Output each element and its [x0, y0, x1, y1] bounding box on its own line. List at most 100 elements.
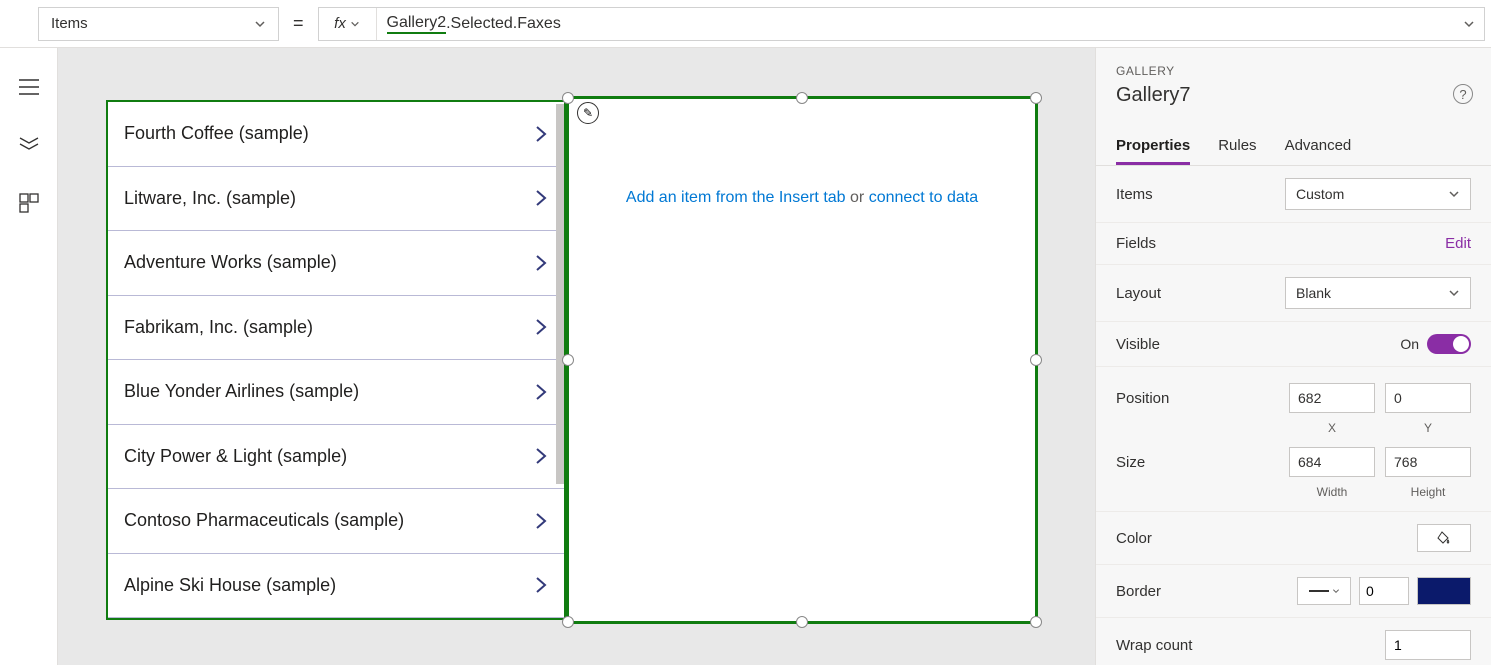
x-label: X [1289, 421, 1375, 435]
border-style-dropdown[interactable] [1297, 577, 1351, 605]
row-layout: Layout Blank [1096, 265, 1491, 322]
row-size: Size [1096, 445, 1491, 481]
property-panel: GALLERY Gallery7 ? Properties Rules Adva… [1095, 48, 1491, 665]
fields-label: Fields [1116, 235, 1156, 252]
chevron-down-icon [1332, 587, 1340, 595]
list-item-label: Contoso Pharmaceuticals (sample) [124, 510, 404, 531]
items-dropdown[interactable]: Custom [1285, 178, 1471, 210]
placeholder-or: or [846, 189, 869, 206]
list-item-label: Fabrikam, Inc. (sample) [124, 317, 313, 338]
chevron-down-icon [1448, 287, 1460, 299]
hamburger-icon[interactable] [18, 76, 40, 98]
fields-edit-link[interactable]: Edit [1445, 235, 1471, 252]
fill-icon [1436, 530, 1452, 546]
border-color-swatch[interactable] [1417, 577, 1471, 605]
gallery-left[interactable]: Fourth Coffee (sample) Litware, Inc. (sam… [106, 100, 566, 620]
chevron-right-icon [534, 317, 548, 337]
size-w-input[interactable] [1289, 447, 1375, 477]
resize-handle[interactable] [796, 616, 808, 628]
list-item-label: City Power & Light (sample) [124, 446, 347, 467]
help-icon[interactable]: ? [1453, 84, 1473, 104]
panel-tabs: Properties Rules Advanced [1096, 129, 1491, 166]
resize-handle[interactable] [1030, 354, 1042, 366]
fx-button[interactable]: fx [319, 8, 377, 40]
chevron-down-icon [1448, 188, 1460, 200]
chevron-down-icon [350, 19, 360, 29]
chevron-right-icon [534, 511, 548, 531]
chevron-right-icon [534, 124, 548, 144]
list-item[interactable]: Fourth Coffee (sample) [108, 102, 564, 167]
items-label: Items [1116, 186, 1153, 203]
visible-toggle[interactable] [1427, 334, 1471, 354]
position-x-input[interactable] [1289, 383, 1375, 413]
layout-label: Layout [1116, 285, 1161, 302]
chevron-right-icon [534, 253, 548, 273]
list-item[interactable]: Contoso Pharmaceuticals (sample) [108, 489, 564, 554]
position-label: Position [1116, 390, 1169, 407]
chevron-right-icon [534, 188, 548, 208]
list-item-label: Fourth Coffee (sample) [124, 123, 309, 144]
list-item[interactable]: Fabrikam, Inc. (sample) [108, 296, 564, 361]
row-wrap: Wrap count [1096, 618, 1491, 665]
gallery-placeholder: Add an item from the Insert tab or conne… [569, 189, 1035, 207]
chevron-right-icon [534, 575, 548, 595]
row-position: Position [1096, 367, 1491, 417]
tree-view-icon[interactable] [18, 134, 40, 156]
property-label: Items [51, 15, 88, 32]
equals-sign: = [287, 13, 310, 34]
connect-data-link[interactable]: connect to data [869, 189, 978, 206]
tab-properties[interactable]: Properties [1116, 129, 1190, 165]
gallery-selected[interactable]: ✎ Add an item from the Insert tab or con… [566, 96, 1038, 624]
components-icon[interactable] [18, 192, 40, 214]
w-label: Width [1289, 485, 1375, 499]
formula-box: fx Gallery2.Selected.Faxes [318, 7, 1485, 41]
visible-value: On [1400, 336, 1419, 352]
resize-handle[interactable] [562, 354, 574, 366]
resize-handle[interactable] [796, 92, 808, 104]
resize-handle[interactable] [1030, 616, 1042, 628]
list-item-label: Alpine Ski House (sample) [124, 575, 336, 596]
resize-handle[interactable] [562, 616, 574, 628]
color-swatch[interactable] [1417, 524, 1471, 552]
pencil-icon[interactable]: ✎ [577, 102, 599, 124]
border-width-input[interactable] [1359, 577, 1409, 605]
position-y-input[interactable] [1385, 383, 1471, 413]
row-visible: Visible On [1096, 322, 1491, 367]
list-item[interactable]: Alpine Ski House (sample) [108, 554, 564, 619]
wrap-label: Wrap count [1116, 637, 1192, 654]
color-label: Color [1116, 530, 1152, 547]
list-item[interactable]: City Power & Light (sample) [108, 425, 564, 490]
wrap-input[interactable] [1385, 630, 1471, 660]
resize-handle[interactable] [562, 92, 574, 104]
row-color: Color [1096, 512, 1491, 565]
insert-link[interactable]: Add an item from the Insert tab [626, 189, 846, 206]
panel-kicker: GALLERY [1116, 64, 1471, 78]
chevron-right-icon [534, 382, 548, 402]
list-item[interactable]: Litware, Inc. (sample) [108, 167, 564, 232]
left-rail [0, 48, 58, 665]
list-item-label: Blue Yonder Airlines (sample) [124, 381, 359, 402]
y-label: Y [1385, 421, 1471, 435]
border-label: Border [1116, 583, 1161, 600]
size-h-input[interactable] [1385, 447, 1471, 477]
list-item-label: Adventure Works (sample) [124, 252, 337, 273]
list-item[interactable]: Adventure Works (sample) [108, 231, 564, 296]
tab-advanced[interactable]: Advanced [1285, 129, 1352, 165]
formula-input[interactable]: Gallery2.Selected.Faxes [377, 14, 1454, 34]
resize-handle[interactable] [1030, 92, 1042, 104]
formula-expand[interactable] [1454, 18, 1484, 30]
canvas[interactable]: Fourth Coffee (sample) Litware, Inc. (sam… [58, 48, 1095, 665]
h-label: Height [1385, 485, 1471, 499]
chevron-down-icon [254, 18, 266, 30]
formula-rest: .Selected.Faxes [446, 15, 561, 33]
row-items: Items Custom [1096, 166, 1491, 223]
scrollbar[interactable] [556, 104, 564, 484]
property-dropdown[interactable]: Items [38, 7, 279, 41]
tab-rules[interactable]: Rules [1218, 129, 1256, 165]
formula-token: Gallery2 [387, 14, 447, 34]
list-item[interactable]: Blue Yonder Airlines (sample) [108, 360, 564, 425]
items-value: Custom [1296, 186, 1344, 202]
layout-dropdown[interactable]: Blank [1285, 277, 1471, 309]
row-border: Border [1096, 565, 1491, 618]
visible-label: Visible [1116, 336, 1160, 353]
